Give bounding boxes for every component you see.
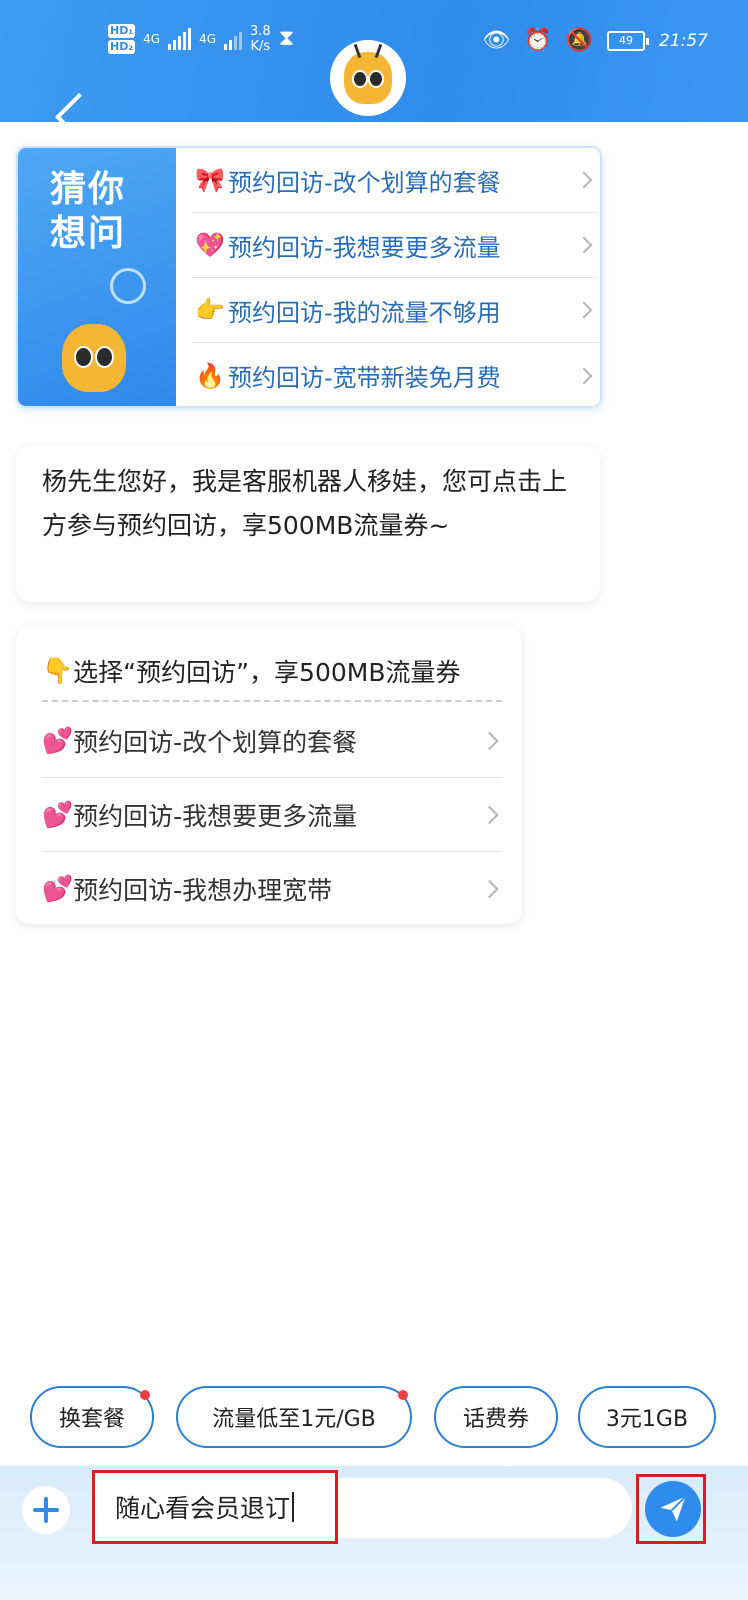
mute-bell-icon: 🔕 bbox=[565, 28, 593, 53]
plus-icon[interactable] bbox=[22, 1486, 70, 1534]
guess-title: 猜你想问 bbox=[50, 169, 127, 254]
eye-icon: 👁 bbox=[482, 28, 511, 53]
badge-dot bbox=[398, 1390, 408, 1400]
lightbulb-icon bbox=[110, 268, 146, 304]
hearts-icon: 💕 bbox=[42, 725, 74, 755]
header-bar: HD₁ HD₂ 4G 4G 3.8 K/s ⧗ 👁 ⏰ 🔕 49 21:57 bbox=[0, 0, 748, 142]
chevron-right-icon bbox=[480, 731, 499, 750]
pointing-hand-icon: 👉 bbox=[195, 296, 225, 324]
network-type-2: 4G bbox=[199, 32, 217, 46]
guess-you-ask-card: 猜你想问 🎀 预约回访-改个划算的套餐 💖 预约回访-我想要更多流量 👉 预约回… bbox=[16, 146, 602, 408]
heart-icon: 💖 bbox=[195, 231, 225, 259]
option-label: 预约回访-我想办理宽带 bbox=[73, 876, 333, 905]
guess-item[interactable]: 🎀 预约回访-改个划算的套餐 bbox=[192, 148, 598, 213]
input-bar: 随心看会员退订 bbox=[0, 1466, 748, 1600]
hearts-icon: 💕 bbox=[42, 874, 74, 903]
text-caret bbox=[292, 1492, 295, 1522]
hourglass-icon: ⧗ bbox=[278, 26, 295, 51]
chevron-left-icon bbox=[54, 92, 104, 142]
chip-3yuan-1gb[interactable]: 3元1GB bbox=[578, 1386, 716, 1448]
guess-item-label: 预约回访-改个划算的套餐 bbox=[228, 168, 501, 197]
chevron-right-icon bbox=[575, 301, 593, 319]
chevron-right-icon bbox=[575, 367, 593, 384]
greeting-message: 杨先生您好，我是客服机器人移娃，您可点击上方参与预约回访，享500MB流量券~ bbox=[16, 446, 600, 602]
battery-icon: 49 bbox=[607, 31, 649, 51]
chevron-right-icon bbox=[575, 171, 593, 189]
hearts-icon: 💕 bbox=[42, 799, 74, 829]
option-label: 预约回访-改个划算的套餐 bbox=[73, 727, 358, 757]
signal-icon-2 bbox=[224, 28, 243, 50]
guess-item-label: 预约回访-我的流量不够用 bbox=[228, 298, 501, 327]
appointment-options-card: 👇 选择“预约回访”，享500MB流量券 💕 预约回访-改个划算的套餐 💕 预约… bbox=[16, 626, 522, 924]
quick-reply-chips: 换套餐 流量低至1元/GB 话费券 3元1GB bbox=[30, 1386, 720, 1448]
guess-item-label: 预约回访-我想要更多流量 bbox=[228, 233, 501, 262]
guess-list: 🎀 预约回访-改个划算的套餐 💖 预约回访-我想要更多流量 👉 预约回访-我的流… bbox=[192, 148, 598, 406]
alarm-icon: ⏰ bbox=[524, 28, 552, 53]
chevron-right-icon bbox=[480, 805, 499, 824]
bee-avatar bbox=[330, 40, 406, 116]
fire-icon: 🔥 bbox=[195, 361, 225, 390]
chevron-right-icon bbox=[480, 879, 499, 899]
chip-change-plan[interactable]: 换套餐 bbox=[30, 1386, 154, 1448]
network-type-1: 4G bbox=[143, 32, 161, 46]
badge-dot bbox=[140, 1390, 150, 1400]
pointing-down-icon: 👇 bbox=[42, 656, 74, 685]
guess-item[interactable]: 🔥 预约回访-宽带新装免月费 bbox=[192, 343, 598, 406]
message-input[interactable]: 随心看会员退订 bbox=[92, 1470, 338, 1544]
chip-bill-coupon[interactable]: 话费券 bbox=[434, 1386, 558, 1448]
guess-banner: 猜你想问 bbox=[18, 148, 176, 406]
network-speed: 3.8 K/s bbox=[250, 24, 271, 54]
signal-icon bbox=[168, 28, 192, 50]
options-list: 💕 预约回访-改个划算的套餐 💕 预约回访-我想要更多流量 💕 预约回访-我想办… bbox=[42, 704, 502, 926]
options-header: 👇 选择“预约回访”，享500MB流量券 bbox=[42, 642, 502, 702]
options-header-text: 选择“预约回访”，享500MB流量券 bbox=[73, 658, 461, 687]
send-button[interactable] bbox=[636, 1474, 706, 1544]
ribbon-icon: 🎀 bbox=[195, 166, 225, 194]
option-item[interactable]: 💕 预约回访-我想办理宽带 bbox=[42, 852, 502, 926]
bee-mascot-icon bbox=[54, 318, 134, 398]
bee-mascot-icon bbox=[344, 43, 392, 104]
chevron-right-icon bbox=[575, 236, 593, 254]
option-item[interactable]: 💕 预约回访-我想要更多流量 bbox=[42, 778, 502, 852]
input-field-background bbox=[338, 1478, 632, 1538]
guess-item[interactable]: 💖 预约回访-我想要更多流量 bbox=[192, 213, 598, 278]
guess-item-label: 预约回访-宽带新装免月费 bbox=[228, 364, 501, 392]
option-item[interactable]: 💕 预约回访-改个划算的套餐 bbox=[42, 704, 502, 778]
clock-time: 21:57 bbox=[659, 31, 708, 51]
send-icon bbox=[645, 1481, 701, 1537]
hd-indicator: HD₁ HD₂ bbox=[108, 24, 136, 54]
back-button[interactable] bbox=[24, 44, 104, 142]
chip-data-price[interactable]: 流量低至1元/GB bbox=[176, 1386, 412, 1448]
option-label: 预约回访-我想要更多流量 bbox=[73, 801, 358, 831]
guess-item[interactable]: 👉 预约回访-我的流量不够用 bbox=[192, 278, 598, 343]
